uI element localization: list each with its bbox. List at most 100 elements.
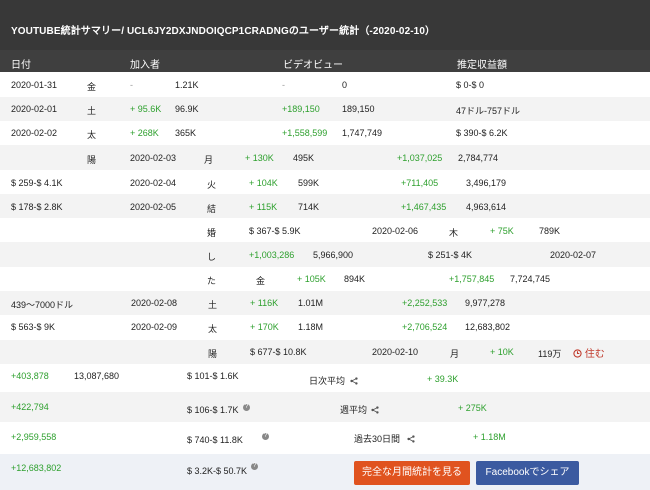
monthly-stats-button[interactable]: 完全な月間統計を見る	[354, 461, 470, 485]
table-cell: $ 251-$ 4K	[428, 250, 473, 260]
table-cell: +189,150	[282, 104, 320, 114]
table-cell: 婚	[207, 228, 217, 238]
table-cell: +2,252,533	[402, 298, 448, 308]
table-cell: $ 106-$ 1.7K	[187, 405, 239, 415]
table-cell: $ 740-$ 11.8K	[187, 435, 243, 445]
table-cell: + 170K	[250, 322, 279, 332]
table-cell: 894K	[344, 274, 366, 284]
table-cell: 47ドル-757ドル	[456, 106, 521, 116]
table-cell: 189,150	[342, 104, 375, 114]
table-cell: 9,977,278	[465, 298, 506, 308]
table-cell: 太	[87, 130, 97, 140]
table-cell: 金	[256, 276, 266, 286]
summary-label: 日次平均	[309, 376, 346, 386]
table-cell: + 1.18M	[473, 432, 506, 442]
table-cell: +2,706,524	[402, 322, 448, 332]
table-cell: 木	[449, 228, 459, 238]
table-cell: +711,405	[401, 178, 439, 188]
table-cell: +2,959,558	[11, 432, 57, 442]
share-icon[interactable]	[406, 435, 415, 443]
table-cell: $ 677-$ 10.8K	[250, 347, 307, 357]
table-cell: 火	[207, 180, 217, 190]
table-cell: 2020-02-07	[550, 250, 597, 260]
clock-icon	[573, 349, 582, 358]
table-cell: 2020-02-10	[372, 347, 419, 357]
table-cell: 2020-02-02	[11, 128, 58, 138]
table-cell: -	[130, 80, 133, 90]
table-cell: 過去30日間	[354, 432, 415, 445]
table-cell: 2020-02-01	[11, 104, 58, 114]
table-cell: 119万	[538, 349, 562, 359]
header-subscribers: 加入者	[130, 60, 160, 71]
table-cell: 2020-02-08	[131, 298, 178, 308]
table-cell: +1,467,435	[401, 202, 447, 212]
table-cell: $ 367-$ 5.9K	[249, 226, 301, 236]
table-cell: 2,784,774	[458, 153, 499, 163]
table-cell: + 268K	[130, 128, 159, 138]
table-cell: 2020-02-09	[131, 322, 178, 332]
table-cell: +1,558,599	[282, 128, 328, 138]
table-cell: 太	[208, 324, 218, 334]
table-cell: 1.21K	[175, 80, 199, 90]
table-cell: + 39.3K	[427, 374, 459, 384]
table-cell: 13,087,680	[74, 371, 120, 381]
summary-label: 週平均	[340, 405, 368, 415]
table-cell: $ 259-$ 4.1K	[11, 178, 63, 188]
table-cell: $ 178-$ 2.8K	[11, 202, 63, 212]
table-cell: 599K	[298, 178, 320, 188]
table-cell: + 116K	[250, 298, 279, 308]
table-cell: 2020-02-05	[130, 202, 177, 212]
header-date: 日付	[11, 60, 31, 71]
table-cell: 12,683,802	[465, 322, 511, 332]
table-cell: -	[282, 80, 285, 90]
table-cell: $ 563-$ 9K	[11, 322, 56, 332]
share-icon[interactable]	[370, 406, 379, 414]
table-cell: + 104K	[249, 178, 278, 188]
live-indicator: 住む	[573, 345, 605, 360]
share-icon[interactable]	[349, 377, 358, 385]
table-cell: +422,794	[11, 402, 49, 412]
table-cell: + 75K	[490, 226, 514, 236]
table-cell: +1,003,286	[249, 250, 295, 260]
table-cell: 365K	[175, 128, 197, 138]
table-cell: 5,966,900	[313, 250, 354, 260]
table-cell: 月	[204, 155, 214, 165]
table-cell: $ 101-$ 1.6K	[187, 371, 239, 381]
title-bar: YOUTUBE統計サマリー/ UCL6JY2DXJNDOIQCP1CRADNGの…	[0, 0, 650, 50]
table-cell: し	[207, 252, 217, 262]
facebook-share-button[interactable]: Facebookでシェア	[476, 461, 579, 485]
table-cell: 金	[87, 82, 97, 92]
table-cell: +12,683,802	[11, 463, 62, 473]
summary-label: 過去30日間	[354, 434, 401, 444]
table-cell: +1,757,845	[449, 274, 495, 284]
table-cell: + 95.6K	[130, 104, 162, 114]
table-cell: 495K	[293, 153, 315, 163]
table-cell: $ 390-$ 6.2K	[456, 128, 508, 138]
header-views: ビデオビュー	[283, 60, 343, 71]
table-cell: 7,724,745	[510, 274, 551, 284]
help-icon[interactable]: ?	[243, 404, 250, 411]
table-cell: 土	[87, 106, 97, 116]
table-cell: 2020-02-06	[372, 226, 419, 236]
table-cell: +1,037,025	[397, 153, 443, 163]
table-cell: +403,878	[11, 371, 49, 381]
table-cell: た	[207, 276, 217, 286]
table-cell: 結	[207, 204, 217, 214]
table-cell: 2020-02-03	[130, 153, 177, 163]
table-cell: 0	[342, 80, 348, 90]
table-header: 日付 加入者 ビデオビュー 推定収益額	[0, 50, 650, 72]
table-cell: + 275K	[458, 403, 487, 413]
table-cell: 714K	[298, 202, 320, 212]
page-title: YOUTUBE統計サマリー/ UCL6JY2DXJNDOIQCP1CRADNGの…	[11, 26, 436, 37]
table-cell: 2020-01-31	[11, 80, 58, 90]
table-cell: + 10K	[490, 347, 514, 357]
table-cell: 月	[450, 349, 460, 359]
help-icon[interactable]: ?	[262, 433, 269, 440]
table-cell: 陽	[87, 155, 97, 165]
table-cell: 1,747,749	[342, 128, 383, 138]
table-cell: 2020-02-04	[130, 178, 177, 188]
help-icon[interactable]: ?	[251, 463, 258, 470]
table-cell: $ 3.2K-$ 50.7K	[187, 466, 248, 476]
table-cell: 土	[208, 300, 218, 310]
table-cell: 4,963,614	[466, 202, 507, 212]
